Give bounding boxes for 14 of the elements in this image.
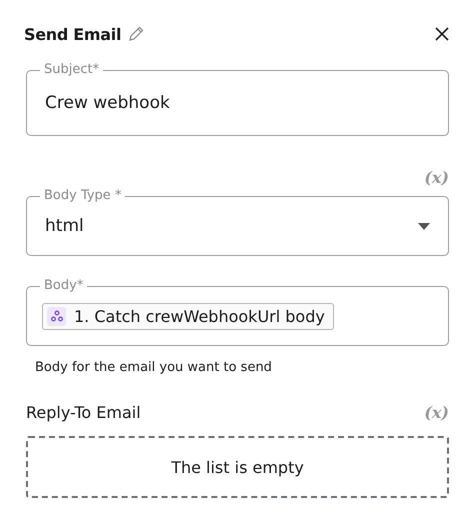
- panel-title: Send Email: [24, 24, 122, 44]
- field-label: Subject*: [40, 63, 104, 77]
- field-value: Crew webhook: [45, 93, 170, 113]
- close-button[interactable]: [435, 27, 449, 41]
- field-label: Body*: [40, 279, 88, 293]
- empty-list: The list is empty: [26, 436, 449, 498]
- field-label: Body Type *: [40, 189, 126, 203]
- variable-chip[interactable]: 1. Catch crewWebhookUrl body: [42, 302, 334, 330]
- webhook-icon: [47, 306, 66, 326]
- field-value: html: [45, 216, 84, 236]
- section-label: Reply-To Email: [26, 403, 141, 422]
- field-hint: Body for the email you want to send: [35, 360, 273, 375]
- dropdown-caret-icon: [418, 222, 430, 230]
- pencil-icon[interactable]: [128, 26, 144, 42]
